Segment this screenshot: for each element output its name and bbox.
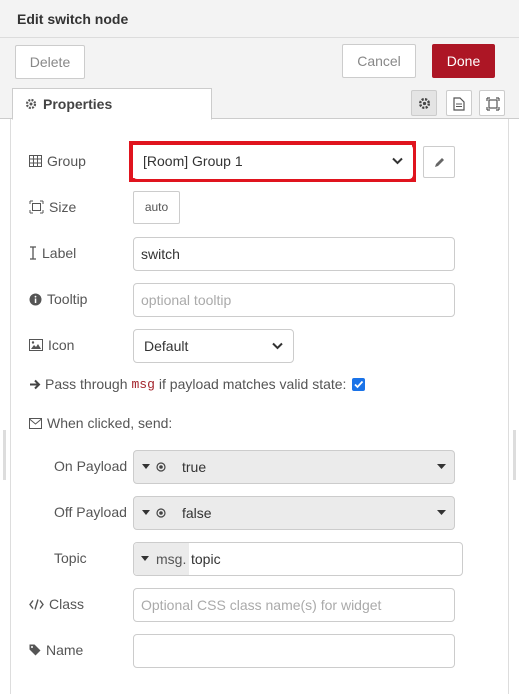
passthrough-checkbox[interactable] — [352, 378, 365, 391]
passthrough-code: msg — [131, 376, 155, 392]
class-row-label: Class — [29, 596, 84, 612]
label-input[interactable]: switch — [133, 237, 455, 271]
off-payload-row-label: Off Payload — [54, 504, 127, 520]
text-cursor-icon — [30, 246, 36, 260]
chevron-down-icon — [272, 342, 283, 350]
class-input[interactable]: Optional CSS class name(s) for widget — [133, 588, 455, 622]
delete-button[interactable]: Delete — [15, 45, 85, 79]
info-icon — [29, 293, 42, 305]
boolean-type-icon — [156, 508, 166, 518]
icon-label: Icon — [48, 337, 75, 353]
document-icon — [453, 97, 465, 111]
on-payload-value: true — [182, 459, 207, 475]
resize-handle-left[interactable] — [3, 430, 6, 480]
on-payload-input[interactable]: true — [133, 450, 455, 484]
group-label: Group — [47, 153, 86, 169]
edit-group-button[interactable] — [423, 146, 455, 178]
resize-handle-right[interactable] — [513, 430, 516, 480]
tooltip-row-label: Tooltip — [29, 291, 87, 307]
name-input[interactable] — [133, 634, 455, 668]
class-label: Class — [49, 596, 85, 612]
size-row-label: Size — [29, 199, 76, 215]
caret-down-icon[interactable] — [142, 510, 150, 515]
topic-label: Topic — [54, 550, 87, 566]
table-icon — [29, 155, 42, 167]
topic-row-label: Topic — [54, 550, 87, 566]
on-payload-row-label: On Payload — [54, 458, 127, 474]
gear-icon — [25, 97, 37, 113]
caret-down-icon[interactable] — [142, 464, 150, 469]
checkmark-icon — [354, 380, 364, 389]
tooltip-label: Tooltip — [47, 291, 88, 307]
icon-select[interactable]: Default — [133, 329, 294, 363]
frame-icon — [486, 97, 500, 111]
dialog-title: Edit switch node — [17, 11, 129, 27]
resize-icon — [29, 200, 44, 214]
settings-tab-button[interactable] — [411, 90, 437, 116]
code-icon — [29, 598, 44, 610]
passthrough-prefix: Pass through — [45, 376, 128, 392]
icon-value: Default — [144, 338, 189, 354]
done-button[interactable]: Done — [432, 44, 495, 78]
topic-prefix: msg. — [156, 551, 187, 567]
image-icon — [29, 339, 43, 351]
tooltip-input[interactable]: optional tooltip — [133, 283, 455, 317]
arrow-right-icon — [30, 379, 41, 389]
when-clicked-row: When clicked, send: — [29, 415, 172, 431]
tag-icon — [29, 644, 41, 656]
caret-down-icon[interactable] — [437, 510, 446, 515]
passthrough-row: Pass through msg if payload matches vali… — [29, 376, 346, 392]
envelope-icon — [29, 417, 42, 429]
label-label: Label — [42, 245, 77, 261]
size-button[interactable]: auto — [133, 191, 180, 224]
group-select[interactable]: [Room] Group 1 — [133, 145, 413, 179]
dialog-header: Edit switch node — [0, 0, 519, 38]
tab-properties-label: Properties — [43, 96, 113, 112]
icon-row-label: Icon — [29, 337, 74, 353]
gear-icon — [418, 97, 431, 110]
appearance-tab-button[interactable] — [479, 90, 505, 116]
group-row-label: Group — [29, 153, 86, 169]
boolean-type-icon — [156, 462, 166, 472]
topic-value: topic — [191, 551, 221, 567]
on-payload-label: On Payload — [54, 458, 128, 474]
topic-input[interactable]: msg. topic — [133, 542, 463, 576]
when-clicked-label: When clicked, send: — [47, 415, 173, 431]
cancel-button[interactable]: Cancel — [342, 44, 416, 78]
name-label: Name — [46, 642, 84, 658]
caret-down-icon[interactable] — [437, 464, 446, 469]
passthrough-suffix: if payload matches valid state: — [158, 376, 347, 392]
caret-down-icon — [141, 556, 149, 561]
off-payload-value: false — [182, 505, 212, 521]
tab-properties[interactable]: Properties — [12, 88, 212, 120]
chevron-down-icon — [392, 157, 403, 165]
off-payload-label: Off Payload — [54, 504, 127, 520]
group-value: [Room] Group 1 — [143, 153, 243, 169]
off-payload-input[interactable]: false — [133, 496, 455, 530]
size-label: Size — [49, 199, 77, 215]
topic-type-selector[interactable]: msg. — [134, 543, 189, 575]
description-tab-button[interactable] — [446, 90, 472, 116]
name-row-label: Name — [29, 642, 83, 658]
label-row-label: Label — [29, 245, 76, 261]
pencil-icon — [435, 158, 444, 167]
